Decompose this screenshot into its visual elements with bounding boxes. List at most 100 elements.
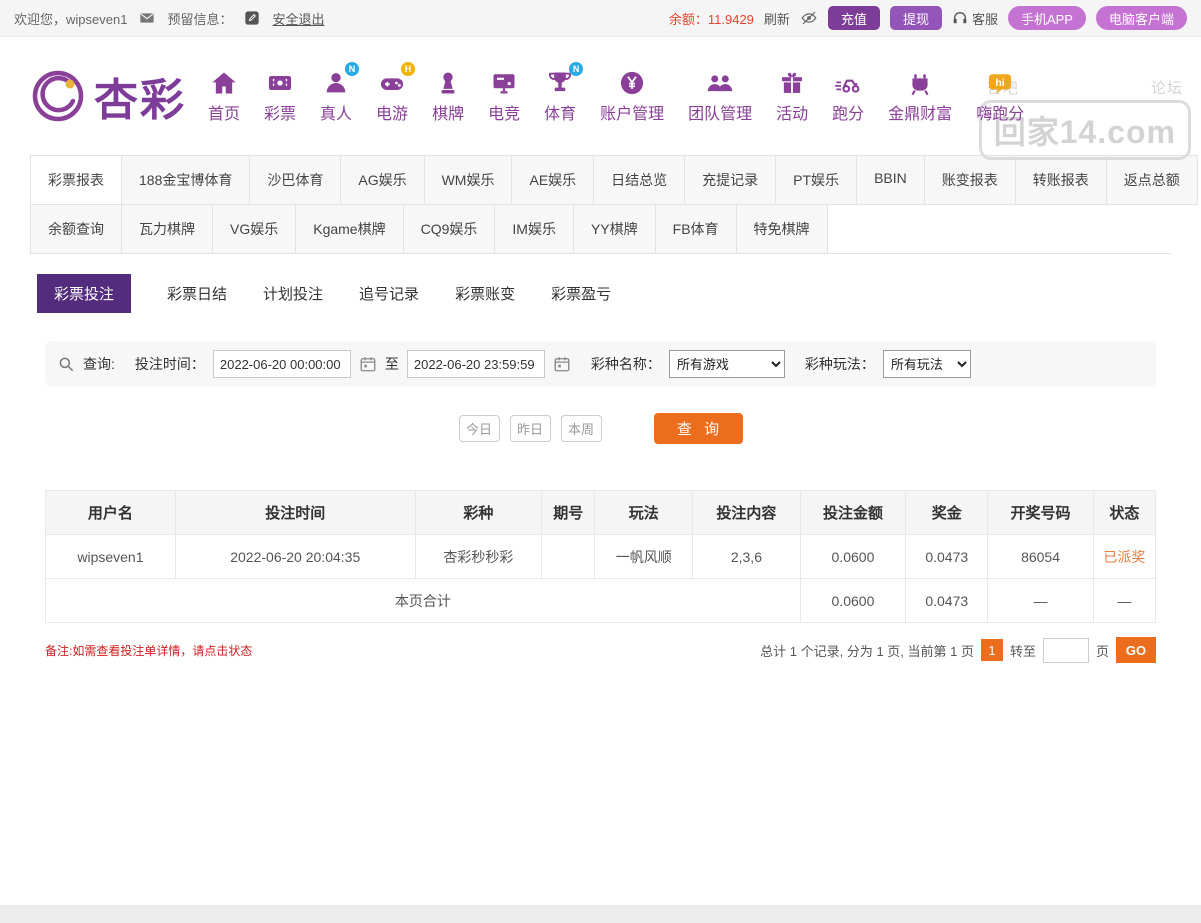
status-link[interactable]: 已派奖 (1092, 534, 1157, 579)
quick-btn-昨日[interactable]: 昨日 (509, 415, 551, 442)
summary-status: — (1092, 578, 1157, 623)
tab-WM娱乐[interactable]: WM娱乐 (423, 155, 513, 205)
team-icon (706, 69, 734, 97)
cell-lottery: 杏彩秒秒彩 (414, 534, 543, 579)
tab-Kgame棋牌[interactable]: Kgame棋牌 (295, 204, 404, 254)
tab-AE娱乐[interactable]: AE娱乐 (511, 155, 595, 205)
esports-icon (490, 69, 518, 97)
tab-转账报表[interactable]: 转账报表 (1014, 155, 1107, 205)
refresh-link[interactable]: 刷新 (764, 9, 790, 28)
nav-item-ticket[interactable]: 彩票 (264, 69, 296, 124)
subtab-彩票投注[interactable]: 彩票投注 (37, 274, 132, 313)
nav-item-team[interactable]: 团队管理 (688, 69, 752, 124)
cell-bet_time: 2022-06-20 20:04:35 (174, 534, 416, 579)
mobile-app-button[interactable]: 手机APP (1007, 6, 1086, 30)
pc-client-button[interactable]: 电脑客户端 (1095, 6, 1187, 30)
cell-content: 2,3,6 (692, 534, 801, 579)
topbar: 欢迎您，wipseven1 预留信息： 安全退出 余额：11.9429 刷新 充… (0, 0, 1201, 37)
header: 杏彩 首页 彩票 N 真人 H 电游 棋牌 电竞 N 体育 账户管理 团队管理 活动 跑分 金鼎财富 hi 嗨跑… (0, 37, 1201, 160)
tab-PT娱乐[interactable]: PT娱乐 (775, 155, 858, 205)
tabs-row2: 余额查询 瓦力棋牌 VG娱乐 Kgame棋牌 CQ9娱乐 IM娱乐 YY棋牌 FB体育 特免棋牌 (30, 204, 1171, 254)
nav-label: 账户管理 (600, 105, 665, 123)
col-header: 投注时间 (174, 490, 416, 535)
tab-CQ9娱乐[interactable]: CQ9娱乐 (402, 204, 496, 254)
message-label: 预留信息： (167, 11, 233, 27)
subtab-彩票账变[interactable]: 彩票账变 (455, 274, 515, 313)
quick-row: 今日 昨日 本周 查 询 (0, 413, 1201, 444)
logo[interactable]: 杏彩 (30, 64, 186, 128)
tab-BBIN[interactable]: BBIN (856, 155, 925, 205)
col-header: 投注金额 (799, 490, 907, 535)
nav-item-home[interactable]: 首页 (208, 69, 240, 124)
tab-特免棋牌[interactable]: 特免棋牌 (735, 204, 828, 254)
headset-icon (952, 10, 968, 26)
subtabs: 彩票投注 彩票日结 计划投注 追号记录 彩票账变 彩票盈亏 (0, 254, 1201, 335)
calendar-from-icon[interactable] (359, 355, 377, 373)
run-icon (834, 69, 862, 97)
nav-item-yen[interactable]: 账户管理 (600, 69, 664, 124)
nav-item-game[interactable]: H 电游 (376, 61, 416, 124)
tab-日结总览[interactable]: 日结总览 (593, 155, 686, 205)
time-from-input[interactable] (212, 350, 351, 378)
col-header: 奖金 (905, 490, 989, 535)
bet-table-grid: 用户名 投注时间 彩种 期号 玩法 投注内容 投注金额 奖金 开奖号码 状态 wipseven1 2… (45, 490, 1157, 623)
tab-沙巴体育[interactable]: 沙巴体育 (249, 155, 342, 205)
quick-btn-本周[interactable]: 本周 (560, 415, 602, 442)
recharge-button[interactable]: 充值 (827, 6, 880, 30)
quick-buttons: 今日 昨日 本周 (458, 415, 602, 442)
tab-IM娱乐[interactable]: IM娱乐 (494, 204, 574, 254)
subtab-追号记录[interactable]: 追号记录 (359, 274, 419, 313)
nav-item-run[interactable]: 跑分 (832, 69, 864, 124)
page-number-button[interactable]: 1 (980, 639, 1003, 661)
lottery-name-label: 彩种名称： (590, 356, 661, 372)
nav-item-hi[interactable]: hi 嗨跑分 (976, 69, 1024, 124)
table-row: wipseven1 2022-06-20 20:04:35 杏彩秒秒彩 一帆风顺 2,3… (45, 534, 1157, 579)
quick-btn-今日[interactable]: 今日 (458, 415, 500, 442)
go-button[interactable]: GO (1116, 637, 1156, 663)
envelope-icon (139, 10, 155, 26)
nav-item-gift[interactable]: 活动 (776, 69, 808, 124)
service-link[interactable]: 客服 (952, 9, 998, 28)
subtab-彩票日结[interactable]: 彩票日结 (167, 274, 227, 313)
lottery-name-select[interactable]: 所有游戏 (668, 350, 785, 378)
nav-label: 体育 (544, 105, 577, 123)
gift-icon (778, 69, 806, 97)
cell-issue (541, 534, 596, 579)
logo-icon (30, 68, 86, 124)
nav-item-ding[interactable]: 金鼎财富 (888, 69, 952, 124)
tab-彩票报表[interactable]: 彩票报表 (30, 155, 122, 205)
cell-draw_number: 86054 (987, 534, 1094, 579)
subtab-计划投注[interactable]: 计划投注 (263, 274, 323, 313)
nav-label: 嗨跑分 (976, 105, 1025, 123)
time-to-input[interactable] (406, 350, 545, 378)
calendar-to-icon[interactable] (553, 355, 571, 373)
subtab-彩票盈亏[interactable]: 彩票盈亏 (551, 274, 611, 313)
logout-link[interactable]: 安全退出 (272, 9, 324, 28)
tab-账变报表[interactable]: 账变报表 (923, 155, 1016, 205)
tab-充提记录[interactable]: 充提记录 (684, 155, 777, 205)
summary-amount: 0.0600 (799, 578, 907, 623)
chess-icon (434, 69, 462, 97)
nav-item-chess[interactable]: 棋牌 (432, 69, 464, 124)
col-header: 状态 (1092, 490, 1157, 535)
nav-item-trophy[interactable]: N 体育 (544, 61, 584, 124)
nav-item-person[interactable]: N 真人 (320, 61, 360, 124)
tab-返点总额[interactable]: 返点总额 (1105, 155, 1198, 205)
tab-VG娱乐[interactable]: VG娱乐 (212, 204, 297, 254)
search-button[interactable]: 查 询 (653, 413, 743, 444)
nav-item-esports[interactable]: 电竞 (488, 69, 520, 124)
tab-YY棋牌[interactable]: YY棋牌 (572, 204, 656, 254)
lottery-play-select[interactable]: 所有玩法 (882, 350, 971, 378)
col-header: 玩法 (594, 490, 694, 535)
report-tabs: 彩票报表 188金宝博体育 沙巴体育 AG娱乐 WM娱乐 AE娱乐 日结总览 充提记录 PT娱乐… (0, 155, 1201, 254)
tab-瓦力棋牌[interactable]: 瓦力棋牌 (121, 204, 213, 254)
edit-message-icon[interactable] (244, 10, 260, 26)
tab-188金宝博体育[interactable]: 188金宝博体育 (121, 155, 251, 205)
tab-余额查询[interactable]: 余额查询 (30, 204, 122, 254)
tab-AG娱乐[interactable]: AG娱乐 (340, 155, 425, 205)
eye-off-icon[interactable] (800, 9, 818, 27)
goto-page-input[interactable] (1042, 637, 1089, 663)
tab-FB体育[interactable]: FB体育 (654, 204, 737, 254)
nav-label: 真人 (320, 105, 353, 123)
withdraw-button[interactable]: 提现 (889, 6, 942, 30)
